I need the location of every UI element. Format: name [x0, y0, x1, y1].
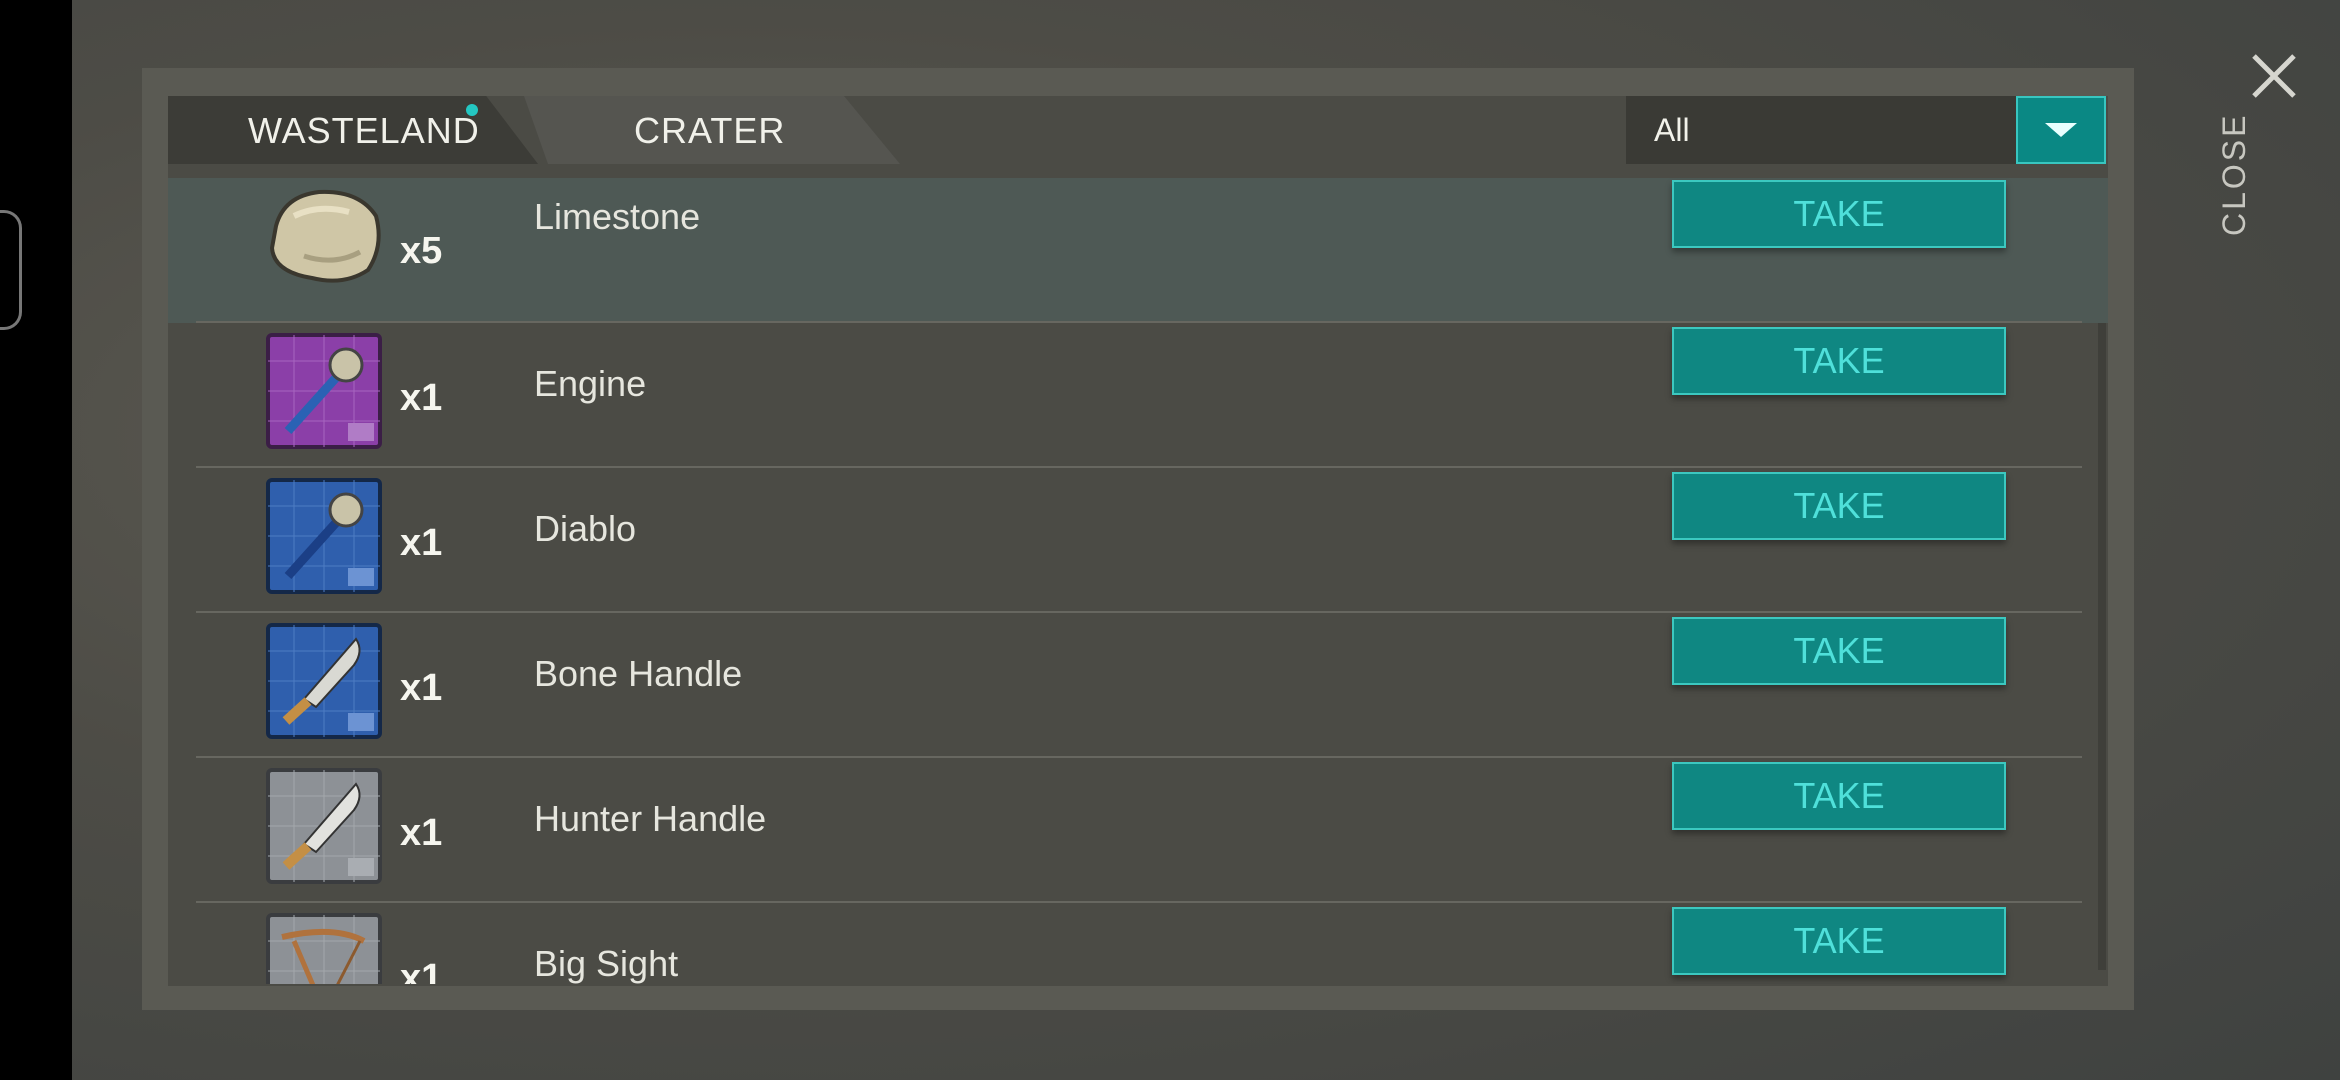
- limestone-rock-icon: [269, 189, 381, 283]
- item-quantity: x1: [400, 957, 443, 984]
- take-button[interactable]: TAKE: [1672, 327, 2006, 395]
- item-quantity: x1: [400, 812, 443, 854]
- close-icon[interactable]: [2248, 50, 2300, 102]
- gray-blueprint-machete-icon: [266, 768, 382, 884]
- blue-blueprint-machete-icon: [266, 623, 382, 739]
- item-name: Big Sight: [534, 943, 679, 984]
- take-button[interactable]: TAKE: [1672, 617, 2006, 685]
- list-item: x1 Bone Handle TAKE: [168, 613, 2108, 758]
- item-quantity: x1: [400, 377, 443, 419]
- list-item: x1 Big Sight TAKE: [168, 903, 2108, 984]
- item-quantity: x1: [400, 667, 443, 709]
- item-name: Limestone: [534, 196, 701, 237]
- tab-wasteland[interactable]: WASTELAND: [168, 96, 538, 164]
- take-button[interactable]: TAKE: [1672, 907, 2006, 975]
- filter-dropdown[interactable]: All: [1626, 96, 2106, 164]
- item-name: Engine: [534, 363, 647, 404]
- item-list: x5 Limestone TAKE x1 Engine TAKE x1 Diab…: [168, 178, 2108, 984]
- side-handle: [0, 210, 22, 330]
- item-name: Hunter Handle: [534, 798, 767, 839]
- item-name: Bone Handle: [534, 653, 743, 694]
- take-button[interactable]: TAKE: [1672, 762, 2006, 830]
- blue-blueprint-mace-icon: [266, 478, 382, 594]
- list-item: x5 Limestone TAKE: [168, 178, 2108, 323]
- tab-wasteland-label: WASTELAND: [248, 110, 480, 151]
- dropdown-toggle-button[interactable]: [2016, 96, 2106, 164]
- item-quantity: x1: [400, 522, 443, 564]
- close-label[interactable]: CLOSE: [2216, 113, 2253, 236]
- gray-blueprint-crossbow-icon: [266, 913, 382, 984]
- item-name: Diablo: [534, 508, 637, 549]
- tab-crater-label: CRATER: [634, 110, 786, 151]
- filter-selected-value: All: [1654, 112, 1690, 148]
- take-button[interactable]: TAKE: [1672, 472, 2006, 540]
- take-button[interactable]: TAKE: [1672, 180, 2006, 248]
- chevron-down-icon: [2045, 123, 2077, 137]
- list-item: x1 Engine TAKE: [168, 323, 2108, 468]
- item-quantity: x5: [400, 230, 443, 272]
- list-item: x1 Hunter Handle TAKE: [168, 758, 2108, 903]
- tab-crater[interactable]: CRATER: [524, 96, 900, 164]
- purple-blueprint-mace-icon: [266, 333, 382, 449]
- notification-dot: [466, 104, 478, 116]
- list-item: x1 Diablo TAKE: [168, 468, 2108, 613]
